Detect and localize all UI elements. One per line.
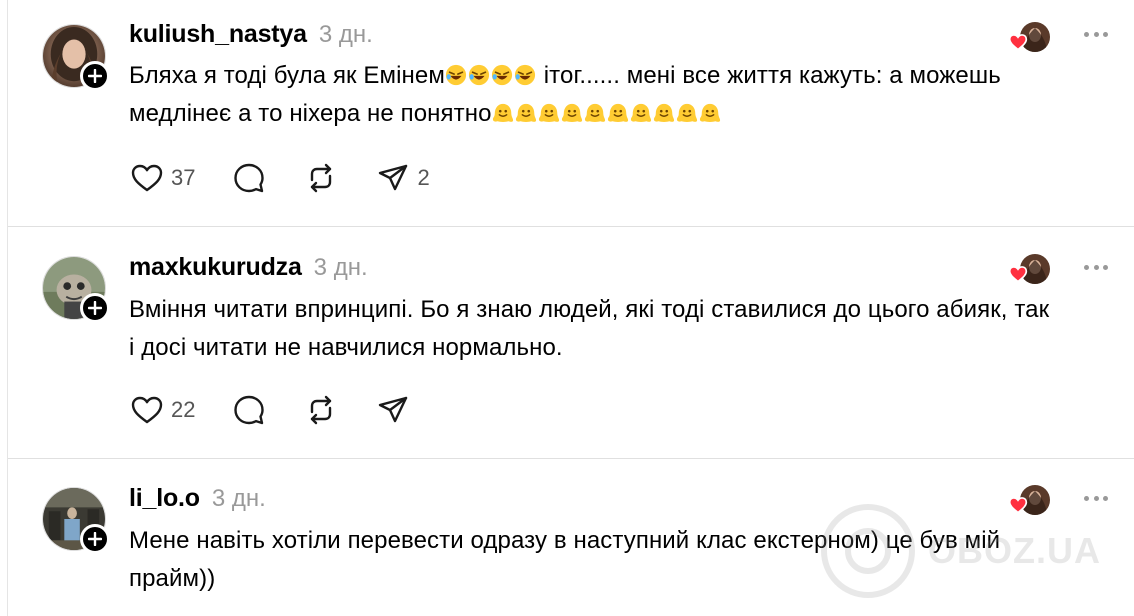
plus-icon	[88, 301, 102, 315]
trailing-emojis	[492, 100, 722, 127]
melting-face-emoji-icon	[653, 102, 675, 124]
username[interactable]: li_lo.o	[129, 484, 200, 513]
rofl-emoji-icon	[491, 64, 513, 86]
speech-bubble-icon	[234, 395, 265, 425]
paper-plane-icon	[379, 396, 408, 423]
like-button[interactable]: 22	[129, 392, 195, 428]
timestamp[interactable]: 3 дн.	[212, 485, 266, 513]
timestamp[interactable]: 3 дн.	[319, 21, 373, 49]
melting-face-emoji-icon	[630, 102, 652, 124]
heart-outline-icon	[131, 164, 163, 192]
avatar-wrap	[42, 24, 110, 91]
username[interactable]: kuliush_nastya	[129, 20, 307, 49]
rofl-emoji-icon	[468, 64, 490, 86]
inline-emojis	[445, 62, 537, 89]
oboz-logo-icon	[821, 504, 915, 598]
more-options-button[interactable]	[1084, 32, 1108, 40]
red-heart-icon	[1008, 266, 1028, 283]
post-text: Бляха я тоді була як Емінем ітог...... м…	[129, 57, 1059, 133]
oboz-watermark: OBOZ.UA	[820, 503, 1101, 599]
timestamp[interactable]: 3 дн.	[314, 254, 368, 282]
username[interactable]: maxkukurudza	[129, 253, 302, 282]
repost-button[interactable]	[303, 160, 339, 196]
like-count: 22	[171, 397, 196, 422]
melting-face-emoji-icon	[515, 102, 537, 124]
speech-bubble-icon	[234, 163, 265, 193]
red-heart-icon	[1008, 34, 1028, 51]
avatar-wrap	[42, 256, 110, 323]
rofl-emoji-icon	[514, 64, 536, 86]
plus-icon	[88, 532, 102, 546]
melting-face-emoji-icon	[538, 102, 560, 124]
rofl-emoji-icon	[445, 64, 467, 86]
post-text-part-1: Бляха я тоді була як Емінем	[129, 62, 445, 89]
share-button[interactable]: 2	[375, 160, 430, 196]
more-options-button[interactable]	[1084, 265, 1108, 273]
more-dots-icon	[1084, 496, 1089, 501]
watermark-text: OBOZ.UA	[928, 530, 1101, 571]
post-divider	[8, 458, 1134, 459]
plus-icon	[88, 69, 102, 83]
follow-button[interactable]	[80, 61, 110, 91]
post-header: maxkukurudza 3 дн.	[129, 253, 368, 282]
author-liked-indicator	[1008, 254, 1050, 286]
melting-face-emoji-icon	[607, 102, 629, 124]
avatar-wrap	[42, 487, 110, 554]
repost-arrows-icon	[311, 163, 332, 193]
repost-button[interactable]	[303, 392, 339, 428]
post-header: kuliush_nastya 3 дн.	[129, 20, 373, 49]
melting-face-emoji-icon	[584, 102, 606, 124]
left-border	[7, 0, 8, 616]
reply-button[interactable]	[231, 160, 267, 196]
reply-button[interactable]	[231, 392, 267, 428]
repost-arrows-icon	[311, 395, 332, 425]
melting-face-emoji-icon	[699, 102, 721, 124]
share-count: 2	[417, 165, 430, 190]
more-dots-icon	[1084, 265, 1089, 270]
post-text: Вміння читати впринципі. Бо я знаю людей…	[129, 296, 1050, 361]
like-count: 37	[171, 165, 196, 190]
like-button[interactable]: 37	[129, 160, 195, 196]
author-liked-indicator	[1008, 22, 1050, 54]
post-actions: 37 2	[129, 160, 466, 196]
heart-outline-icon	[131, 396, 163, 424]
melting-face-emoji-icon	[561, 102, 583, 124]
share-button[interactable]	[375, 392, 417, 428]
post-header: li_lo.o 3 дн.	[129, 484, 266, 513]
post-divider	[8, 226, 1134, 227]
follow-button[interactable]	[80, 524, 110, 554]
more-dots-icon	[1084, 32, 1089, 37]
post-actions: 22	[129, 392, 453, 428]
melting-face-emoji-icon	[676, 102, 698, 124]
follow-button[interactable]	[80, 293, 110, 323]
paper-plane-icon	[379, 164, 408, 191]
melting-face-emoji-icon	[492, 102, 514, 124]
